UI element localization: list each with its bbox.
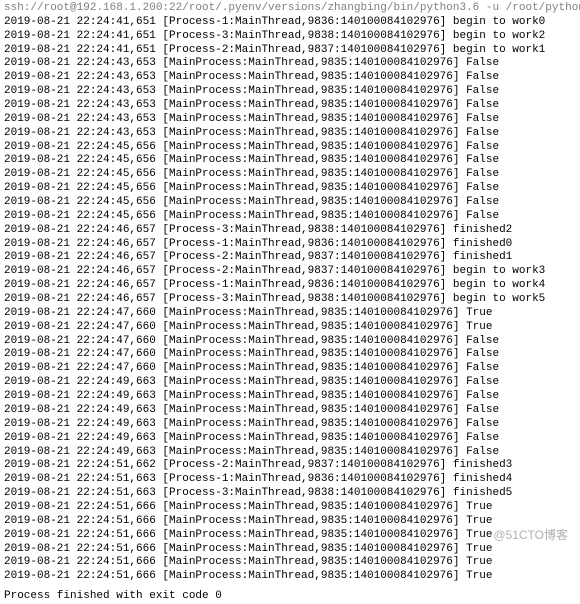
log-line: 2019-08-21 22:24:49,663 [MainProcess:Mai… bbox=[0, 418, 580, 432]
log-line: 2019-08-21 22:24:43,653 [MainProcess:Mai… bbox=[0, 99, 580, 113]
log-line: 2019-08-21 22:24:46,657 [Process-1:MainT… bbox=[0, 238, 580, 252]
log-line: 2019-08-21 22:24:51,662 [Process-2:MainT… bbox=[0, 459, 580, 473]
log-line: 2019-08-21 22:24:49,663 [MainProcess:Mai… bbox=[0, 404, 580, 418]
log-line: 2019-08-21 22:24:49,663 [MainProcess:Mai… bbox=[0, 446, 580, 460]
log-line: 2019-08-21 22:24:47,660 [MainProcess:Mai… bbox=[0, 307, 580, 321]
log-line: 2019-08-21 22:24:43,653 [MainProcess:Mai… bbox=[0, 127, 580, 141]
log-line: 2019-08-21 22:24:51,666 [MainProcess:Mai… bbox=[0, 556, 580, 570]
log-line: 2019-08-21 22:24:45,656 [MainProcess:Mai… bbox=[0, 154, 580, 168]
log-line: 2019-08-21 22:24:47,660 [MainProcess:Mai… bbox=[0, 335, 580, 349]
log-line: 2019-08-21 22:24:45,656 [MainProcess:Mai… bbox=[0, 168, 580, 182]
log-line: 2019-08-21 22:24:51,666 [MainProcess:Mai… bbox=[0, 570, 580, 584]
log-line: 2019-08-21 22:24:46,657 [Process-1:MainT… bbox=[0, 279, 580, 293]
log-line: 2019-08-21 22:24:49,663 [MainProcess:Mai… bbox=[0, 390, 580, 404]
log-line: 2019-08-21 22:24:41,651 [Process-3:MainT… bbox=[0, 30, 580, 44]
log-line: 2019-08-21 22:24:43,653 [MainProcess:Mai… bbox=[0, 57, 580, 71]
log-line: 2019-08-21 22:24:47,660 [MainProcess:Mai… bbox=[0, 348, 580, 362]
log-line: 2019-08-21 22:24:41,651 [Process-2:MainT… bbox=[0, 44, 580, 58]
log-line: 2019-08-21 22:24:46,657 [Process-3:MainT… bbox=[0, 293, 580, 307]
log-line: 2019-08-21 22:24:46,657 [Process-2:MainT… bbox=[0, 251, 580, 265]
log-line: 2019-08-21 22:24:43,653 [MainProcess:Mai… bbox=[0, 85, 580, 99]
log-line: 2019-08-21 22:24:49,663 [MainProcess:Mai… bbox=[0, 432, 580, 446]
log-line: 2019-08-21 22:24:46,657 [Process-3:MainT… bbox=[0, 224, 580, 238]
log-line: 2019-08-21 22:24:45,656 [MainProcess:Mai… bbox=[0, 196, 580, 210]
watermark-text: @51CTO博客 bbox=[493, 528, 568, 543]
log-line: 2019-08-21 22:24:49,663 [MainProcess:Mai… bbox=[0, 376, 580, 390]
log-line: 2019-08-21 22:24:51,666 [MainProcess:Mai… bbox=[0, 543, 580, 557]
process-exit-line: Process finished with exit code 0 bbox=[0, 584, 580, 604]
log-line: 2019-08-21 22:24:47,660 [MainProcess:Mai… bbox=[0, 362, 580, 376]
log-line: 2019-08-21 22:24:51,666 [MainProcess:Mai… bbox=[0, 501, 580, 515]
log-line: 2019-08-21 22:24:51,663 [Process-1:MainT… bbox=[0, 473, 580, 487]
log-line: 2019-08-21 22:24:43,653 [MainProcess:Mai… bbox=[0, 113, 580, 127]
log-line: 2019-08-21 22:24:43,653 [MainProcess:Mai… bbox=[0, 71, 580, 85]
log-line: 2019-08-21 22:24:47,660 [MainProcess:Mai… bbox=[0, 321, 580, 335]
log-line: 2019-08-21 22:24:45,656 [MainProcess:Mai… bbox=[0, 182, 580, 196]
log-line: 2019-08-21 22:24:51,666 [MainProcess:Mai… bbox=[0, 515, 580, 529]
log-line: 2019-08-21 22:24:41,651 [Process-1:MainT… bbox=[0, 16, 580, 30]
log-line: 2019-08-21 22:24:46,657 [Process-2:MainT… bbox=[0, 265, 580, 279]
log-output-container: 2019-08-21 22:24:41,651 [Process-1:MainT… bbox=[0, 16, 580, 584]
log-line: 2019-08-21 22:24:51,663 [Process-3:MainT… bbox=[0, 487, 580, 501]
log-line: 2019-08-21 22:24:45,656 [MainProcess:Mai… bbox=[0, 210, 580, 224]
ssh-connection-header: ssh://root@192.168.1.200:22/root/.pyenv/… bbox=[0, 0, 580, 16]
log-line: 2019-08-21 22:24:45,656 [MainProcess:Mai… bbox=[0, 141, 580, 155]
